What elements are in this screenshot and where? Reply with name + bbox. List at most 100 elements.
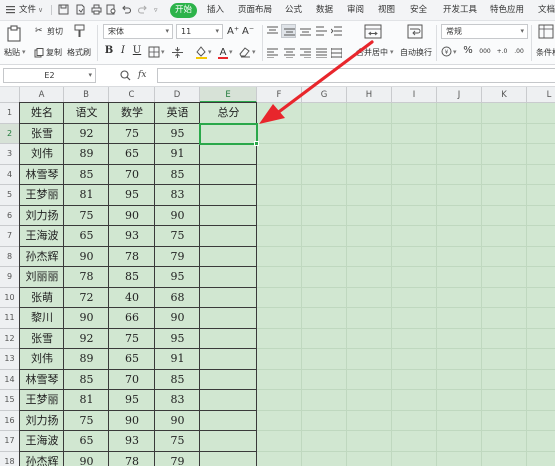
- column-header-f[interactable]: F: [257, 87, 302, 103]
- distributed-align-icon[interactable]: [331, 48, 342, 58]
- column-header-b[interactable]: B: [64, 87, 109, 103]
- cell-d5[interactable]: 83: [155, 185, 200, 206]
- column-header-g[interactable]: G: [302, 87, 347, 103]
- cell-d2[interactable]: 95: [155, 124, 200, 145]
- row-header-2[interactable]: 2: [0, 123, 20, 144]
- underline-button[interactable]: U: [132, 45, 142, 57]
- cell-a10[interactable]: 张萌: [20, 288, 64, 309]
- row-header-8[interactable]: 8: [0, 246, 20, 267]
- column-header-j[interactable]: J: [437, 87, 482, 103]
- cell-d12[interactable]: 95: [155, 329, 200, 350]
- cell-e1[interactable]: 总分: [200, 103, 257, 124]
- row-header-12[interactable]: 12: [0, 328, 20, 349]
- cell-d1[interactable]: 英语: [155, 103, 200, 124]
- cell-a11[interactable]: 黎川: [20, 308, 64, 329]
- clear-format-chevron-icon[interactable]: ▾: [252, 47, 256, 58]
- increase-decimal-button[interactable]: +.0: [495, 46, 509, 58]
- font-name-select[interactable]: 宋体 ▾: [103, 24, 173, 39]
- cell-d14[interactable]: 85: [155, 370, 200, 391]
- row-header-16[interactable]: 16: [0, 410, 20, 431]
- row-header-15[interactable]: 15: [0, 390, 20, 411]
- column-header-e[interactable]: E: [200, 87, 257, 103]
- paste-icon[interactable]: [6, 25, 22, 42]
- cell-c12[interactable]: 75: [109, 329, 155, 350]
- row-header-1[interactable]: 1: [0, 103, 20, 124]
- column-header-k[interactable]: K: [482, 87, 527, 103]
- export-pdf-icon[interactable]: [75, 4, 86, 15]
- bold-button[interactable]: B: [104, 45, 114, 57]
- wrap-text-icon[interactable]: [407, 24, 423, 39]
- cell-b9[interactable]: 78: [64, 267, 109, 288]
- copy-button[interactable]: 复制: [46, 47, 62, 58]
- align-middle-icon[interactable]: [171, 46, 184, 59]
- cell-d7[interactable]: 75: [155, 226, 200, 247]
- cell-d13[interactable]: 91: [155, 349, 200, 370]
- undo-icon[interactable]: [121, 4, 132, 15]
- cell-d15[interactable]: 83: [155, 390, 200, 411]
- cell-b10[interactable]: 72: [64, 288, 109, 309]
- cell-b3[interactable]: 89: [64, 144, 109, 165]
- tab-formulas[interactable]: 公式: [285, 4, 302, 17]
- cell-a7[interactable]: 王海波: [20, 226, 64, 247]
- cell-c6[interactable]: 90: [109, 206, 155, 227]
- font-size-select[interactable]: 11 ▾: [176, 24, 223, 39]
- paste-chevron-icon[interactable]: ▾: [22, 47, 26, 58]
- conditional-format-button[interactable]: 条件格: [536, 47, 555, 58]
- row-header-14[interactable]: 14: [0, 369, 20, 390]
- cell-d4[interactable]: 85: [155, 165, 200, 186]
- cell-c18[interactable]: 78: [109, 452, 155, 466]
- cell-c14[interactable]: 70: [109, 370, 155, 391]
- file-menu-chevron-icon[interactable]: ∨: [38, 4, 43, 17]
- cell-d18[interactable]: 79: [155, 452, 200, 466]
- cell-c1[interactable]: 数学: [109, 103, 155, 124]
- clear-format-icon[interactable]: [238, 46, 251, 58]
- cell-c13[interactable]: 65: [109, 349, 155, 370]
- cell-d6[interactable]: 90: [155, 206, 200, 227]
- tab-view[interactable]: 视图: [378, 4, 395, 17]
- cell-d3[interactable]: 91: [155, 144, 200, 165]
- row-header-5[interactable]: 5: [0, 185, 20, 206]
- row-header-7[interactable]: 7: [0, 226, 20, 247]
- cell-c10[interactable]: 40: [109, 288, 155, 309]
- file-menu[interactable]: 文件: [19, 4, 36, 17]
- row-header-13[interactable]: 13: [0, 349, 20, 370]
- cell-a17[interactable]: 王海波: [20, 431, 64, 452]
- cell-a3[interactable]: 刘伟: [20, 144, 64, 165]
- cell-c2[interactable]: 75: [109, 124, 155, 145]
- justify-icon[interactable]: [316, 48, 327, 58]
- insert-function-button[interactable]: fx: [138, 68, 146, 83]
- format-painter-icon[interactable]: [73, 24, 86, 38]
- cell-a12[interactable]: 张雪: [20, 329, 64, 350]
- italic-button[interactable]: I: [118, 45, 128, 57]
- align-top-icon[interactable]: [267, 26, 278, 36]
- tab-page-layout[interactable]: 页面布局: [238, 4, 272, 17]
- column-header-i[interactable]: I: [392, 87, 437, 103]
- tab-data[interactable]: 数据: [316, 4, 333, 17]
- merge-center-chevron-icon[interactable]: ▾: [390, 47, 394, 58]
- cell-b14[interactable]: 85: [64, 370, 109, 391]
- cell-c16[interactable]: 90: [109, 411, 155, 432]
- align-center-icon[interactable]: [284, 48, 295, 58]
- select-all-corner[interactable]: [0, 87, 20, 103]
- row-header-17[interactable]: 17: [0, 431, 20, 452]
- cell-b7[interactable]: 65: [64, 226, 109, 247]
- cell-a1[interactable]: 姓名: [20, 103, 64, 124]
- column-header-a[interactable]: A: [20, 87, 64, 103]
- format-painter-button[interactable]: 格式刷: [67, 47, 91, 58]
- tab-security[interactable]: 安全: [410, 4, 427, 17]
- cell-a5[interactable]: 王梦丽: [20, 185, 64, 206]
- conditional-format-icon[interactable]: [538, 24, 554, 39]
- number-format-select[interactable]: 常规 ▾: [441, 24, 528, 39]
- wrap-text-button[interactable]: 自动换行: [400, 47, 432, 58]
- tab-insert[interactable]: 插入: [207, 4, 224, 17]
- decrease-font-size-button[interactable]: A⁻: [242, 26, 254, 38]
- print-icon[interactable]: [91, 4, 102, 15]
- align-right-icon[interactable]: [300, 48, 311, 58]
- row-header-6[interactable]: 6: [0, 205, 20, 226]
- text-direction-icon[interactable]: [316, 26, 327, 36]
- name-box[interactable]: E2 ▾: [3, 68, 96, 83]
- cell-a4[interactable]: 林雪琴: [20, 165, 64, 186]
- scissors-icon[interactable]: ✂: [35, 26, 43, 37]
- fill-color-chevron-icon[interactable]: ▾: [208, 47, 212, 58]
- cell-a8[interactable]: 孙杰辉: [20, 247, 64, 268]
